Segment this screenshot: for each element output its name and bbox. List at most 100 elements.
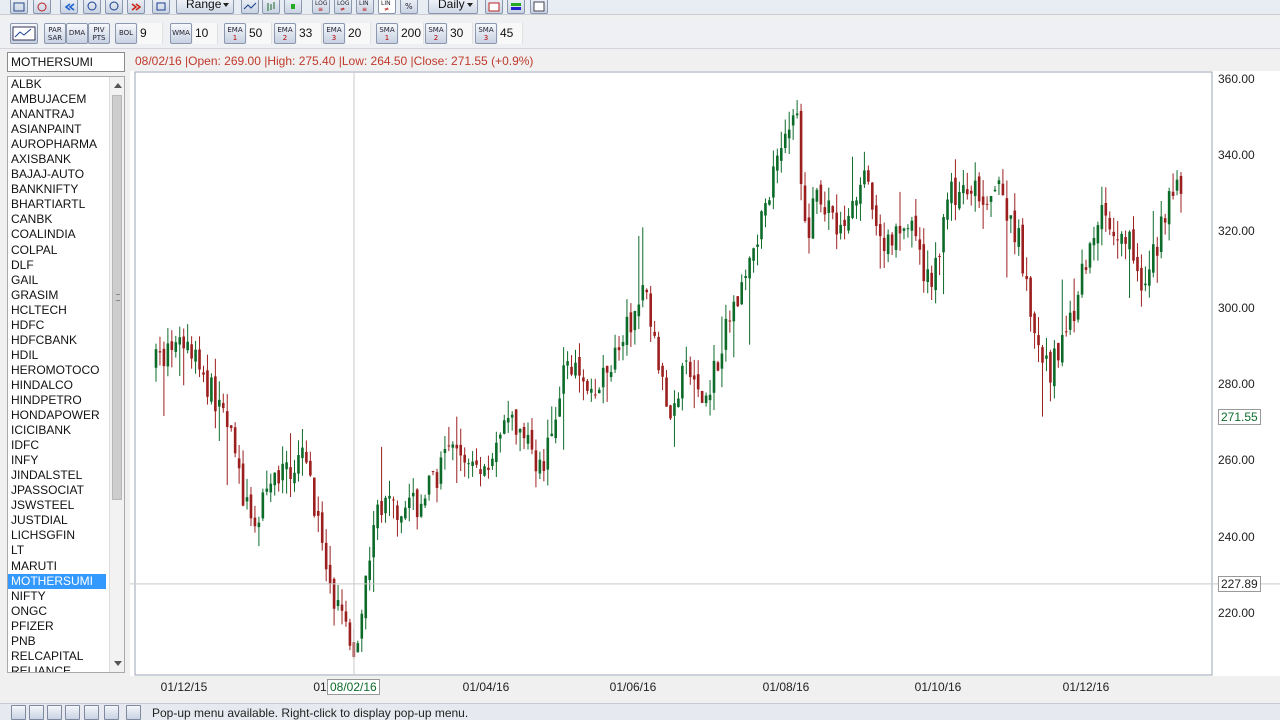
candle-body <box>756 244 759 247</box>
candle-body <box>431 471 435 473</box>
candle-body <box>981 196 985 205</box>
candle-body <box>863 170 866 185</box>
candle-body <box>621 341 625 347</box>
candle-body <box>712 360 716 393</box>
candle-body <box>851 200 854 219</box>
candle-body <box>954 177 957 206</box>
candle-body <box>233 427 237 454</box>
candle-body <box>324 542 328 570</box>
candle-body <box>989 196 993 202</box>
candle-body <box>1171 191 1175 196</box>
candle-body <box>194 349 197 362</box>
candle-body <box>1175 179 1179 191</box>
candle-body <box>681 365 684 399</box>
candle-body <box>688 361 692 378</box>
time-tick: 01/12/16 <box>1062 680 1110 694</box>
candle-body <box>902 228 906 231</box>
candle-body <box>744 276 747 278</box>
candle-body <box>1017 228 1021 247</box>
price-tick: 360.00 <box>1218 71 1255 86</box>
status-bar: Pop-up menu available. Right-click to di… <box>0 703 1280 720</box>
candle-body <box>922 244 926 282</box>
candle-body <box>843 219 846 226</box>
candle-body <box>1120 233 1123 244</box>
candle-body <box>210 377 213 402</box>
candle-body <box>1151 244 1155 273</box>
candle-body <box>1148 269 1151 286</box>
candle-body <box>221 402 225 409</box>
candle-body <box>855 200 858 206</box>
candle-body <box>803 185 807 221</box>
candle-body <box>491 458 494 467</box>
fullscreen-icon[interactable] <box>104 705 119 720</box>
candle-body <box>1009 215 1013 219</box>
candle-body <box>906 228 910 230</box>
candle-body <box>1001 183 1005 196</box>
draw-icon[interactable] <box>47 705 62 720</box>
candle-body <box>1064 331 1068 333</box>
candle-body <box>455 444 459 449</box>
candle-body <box>609 371 613 377</box>
candle-body <box>673 403 676 416</box>
candle-body <box>487 467 490 470</box>
candle-body <box>969 190 973 194</box>
price-tick: 260.00 <box>1218 453 1255 468</box>
candle-body <box>605 365 609 373</box>
save-icon[interactable] <box>29 705 44 720</box>
open-file-icon[interactable] <box>11 705 26 720</box>
candle-body <box>764 203 767 216</box>
candle-body <box>1080 263 1084 295</box>
time-tick: 01 <box>313 680 327 694</box>
candle-body <box>1029 277 1032 317</box>
candle-body <box>1037 335 1040 346</box>
candle-body <box>388 495 391 499</box>
candle-body <box>154 349 158 368</box>
candle-body <box>886 234 890 255</box>
price-chart[interactable] <box>0 0 1280 703</box>
candle-body <box>265 488 269 492</box>
candle-body <box>819 184 823 205</box>
candle-body <box>815 189 819 202</box>
candle-body <box>297 455 300 474</box>
candle-body <box>582 377 585 382</box>
candle-body <box>558 398 561 417</box>
candle-body <box>400 516 403 523</box>
time-tick: 01/04/16 <box>462 680 510 694</box>
candle-body <box>364 575 368 619</box>
candle-body <box>779 148 783 161</box>
candle-body <box>427 475 431 495</box>
time-tick: 01/06/16 <box>609 680 657 694</box>
candle-body <box>625 316 629 345</box>
candle-body <box>526 434 530 444</box>
candle-body <box>186 341 189 351</box>
candle-body <box>237 458 241 469</box>
candle-body <box>985 203 989 205</box>
candle-body <box>514 409 518 435</box>
candle-body <box>724 318 728 350</box>
candle-body <box>633 310 637 331</box>
candle-body <box>407 497 411 509</box>
candle-body <box>665 377 668 407</box>
candle-body <box>835 212 838 235</box>
candle-body <box>277 470 280 484</box>
candle-body <box>1025 276 1028 280</box>
edit-icon[interactable] <box>65 705 80 720</box>
candle-body <box>649 293 652 327</box>
popup-icon[interactable] <box>126 705 141 720</box>
candle-body <box>811 198 815 239</box>
candle-body <box>447 445 451 447</box>
candle-body <box>1013 210 1017 243</box>
candle-body <box>669 405 672 419</box>
candle-body <box>586 380 589 391</box>
candle-body <box>1100 205 1104 230</box>
candle-body <box>685 360 688 362</box>
candle-body <box>1088 243 1092 268</box>
alert-icon[interactable] <box>84 705 99 720</box>
candle-body <box>384 497 387 514</box>
candle-body <box>704 395 708 404</box>
candle-body <box>245 497 249 502</box>
candle-body <box>1167 191 1171 225</box>
candle-body <box>827 200 831 213</box>
candle-body <box>728 320 732 322</box>
candle-body <box>368 560 372 580</box>
